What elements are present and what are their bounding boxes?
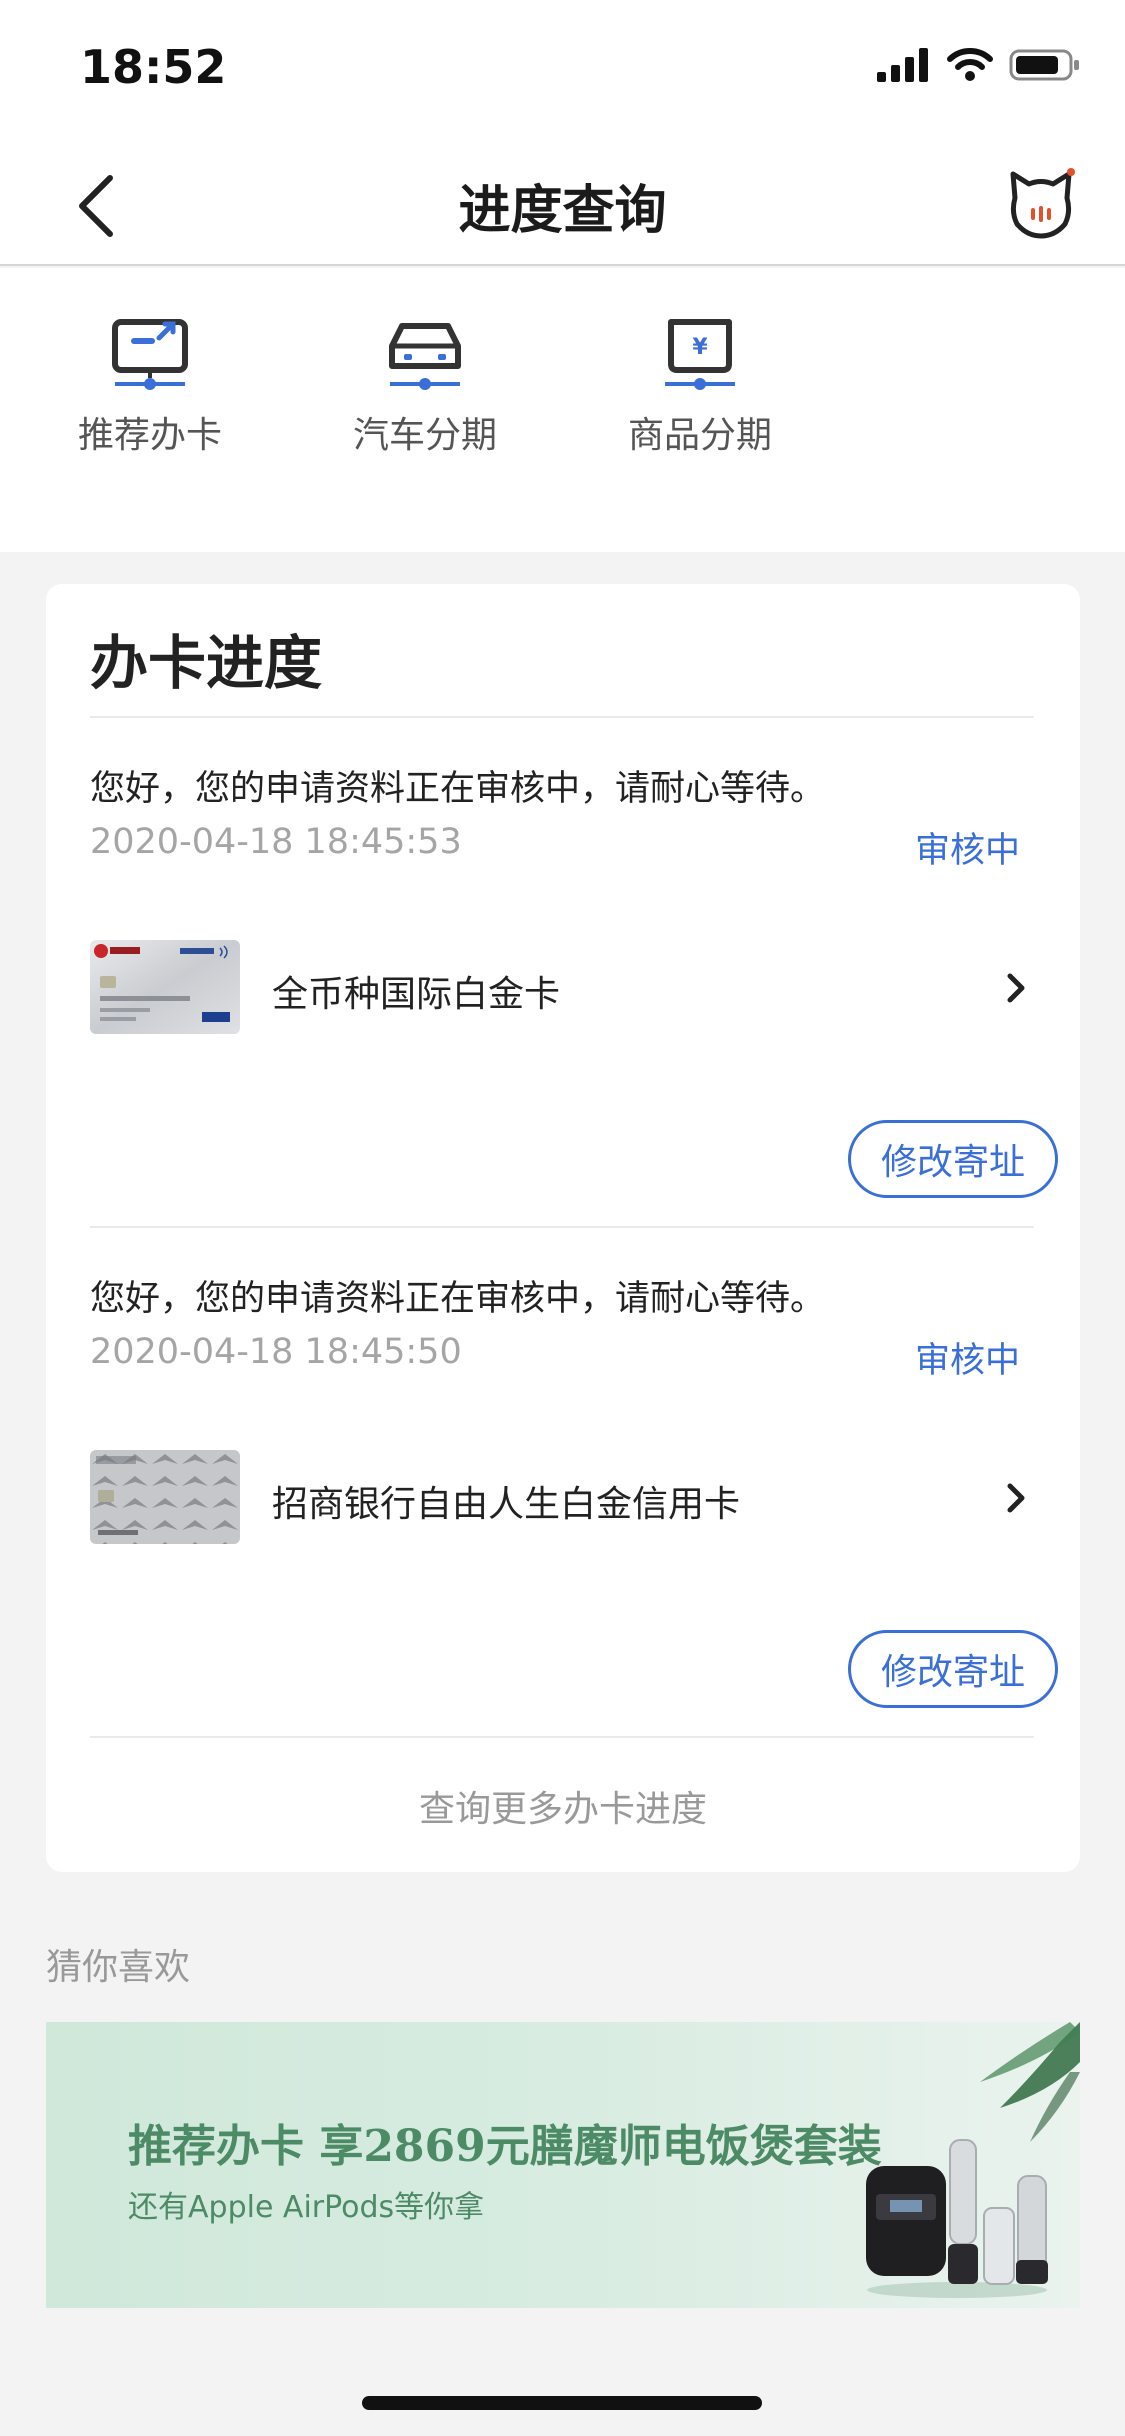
card-name[interactable]: 招商银行自由人生白金信用卡: [272, 1475, 740, 1527]
application-time: 2020-04-18 18:45:50: [90, 1332, 462, 1372]
wifi-icon: [947, 48, 993, 81]
battery-icon: [1009, 49, 1079, 81]
banner-title: 推荐办卡 享2869元膳魔师电饭煲套装: [128, 2121, 882, 2172]
svg-text:¥: ¥: [692, 335, 708, 360]
panel-title: 办卡进度: [90, 629, 323, 697]
card-progress-panel: 办卡进度 您好，您的申请资料正在审核中，请耐心等待。 2020-04-18 18…: [46, 584, 1080, 1872]
page-title: 进度查询: [458, 181, 667, 241]
goods-installment-icon: ¥: [665, 319, 735, 390]
promo-banner[interactable]: 推荐办卡 享2869元膳魔师电饭煲套装 还有Apple AirPods等你拿: [46, 2022, 1080, 2308]
status-badge: 审核中: [914, 831, 1020, 871]
application-message: 您好，您的申请资料正在审核中，请耐心等待。: [90, 769, 826, 809]
card-name[interactable]: 全币种国际白金卡: [272, 965, 560, 1017]
card-image[interactable]: [90, 1450, 240, 1544]
status-badge: 审核中: [914, 1341, 1020, 1381]
credit-card-image: [90, 1450, 240, 1544]
quick-action-label: 商品分期: [627, 415, 772, 456]
application-entry: 您好，您的申请资料正在审核中，请耐心等待。 2020-04-18 18:45:5…: [46, 1270, 1080, 1770]
modify-address-button[interactable]: 修改寄址: [848, 1120, 1058, 1198]
status-time: 18:52: [80, 40, 227, 94]
application-entry: 您好，您的申请资料正在审核中，请耐心等待。 2020-04-18 18:45:5…: [46, 760, 1080, 1260]
quick-action-label: 推荐办卡: [77, 415, 222, 456]
card-detail-arrow[interactable]: [1002, 968, 1030, 1008]
status-bar: 18:52: [0, 0, 1125, 140]
palm-leaves-image: [980, 2022, 1080, 2142]
card-detail-arrow[interactable]: [1002, 1478, 1030, 1518]
home-indicator[interactable]: [362, 2396, 762, 2410]
status-icons: [877, 48, 1081, 82]
chevron-right-icon: [1007, 1483, 1025, 1513]
divider: [90, 1736, 1034, 1738]
quick-actions: 推荐办卡 汽车分期 ¥ 商品分期: [0, 268, 1125, 552]
application-message: 您好，您的申请资料正在审核中，请耐心等待。: [90, 1279, 826, 1319]
quick-action-goods-installment[interactable]: ¥ 商品分期: [600, 316, 800, 458]
nav-bar: 进度查询: [0, 140, 1125, 266]
signal-icon: [877, 48, 928, 82]
modify-address-button[interactable]: 修改寄址: [848, 1630, 1058, 1708]
customer-service-button[interactable]: [1001, 164, 1081, 244]
rice-cooker-set-image: [866, 2139, 1048, 2298]
recommend-card-icon: [112, 319, 188, 390]
more-progress-link[interactable]: 查询更多办卡进度: [46, 1780, 1080, 1832]
quick-action-recommend-card[interactable]: 推荐办卡: [50, 316, 250, 458]
chevron-right-icon: [1007, 973, 1025, 1003]
banner-subtitle: 还有Apple AirPods等你拿: [128, 2190, 485, 2225]
quick-action-car-installment[interactable]: 汽车分期: [325, 316, 525, 458]
divider: [90, 716, 1034, 718]
quick-action-label: 汽车分期: [352, 415, 497, 456]
card-image[interactable]: [90, 940, 240, 1034]
cat-assistant-icon: [1010, 168, 1075, 239]
car-installment-icon: [389, 323, 461, 390]
divider: [90, 1226, 1034, 1228]
section-title: 猜你喜欢: [46, 1947, 191, 1988]
application-time: 2020-04-18 18:45:53: [90, 822, 462, 862]
credit-card-image: [90, 940, 240, 1034]
